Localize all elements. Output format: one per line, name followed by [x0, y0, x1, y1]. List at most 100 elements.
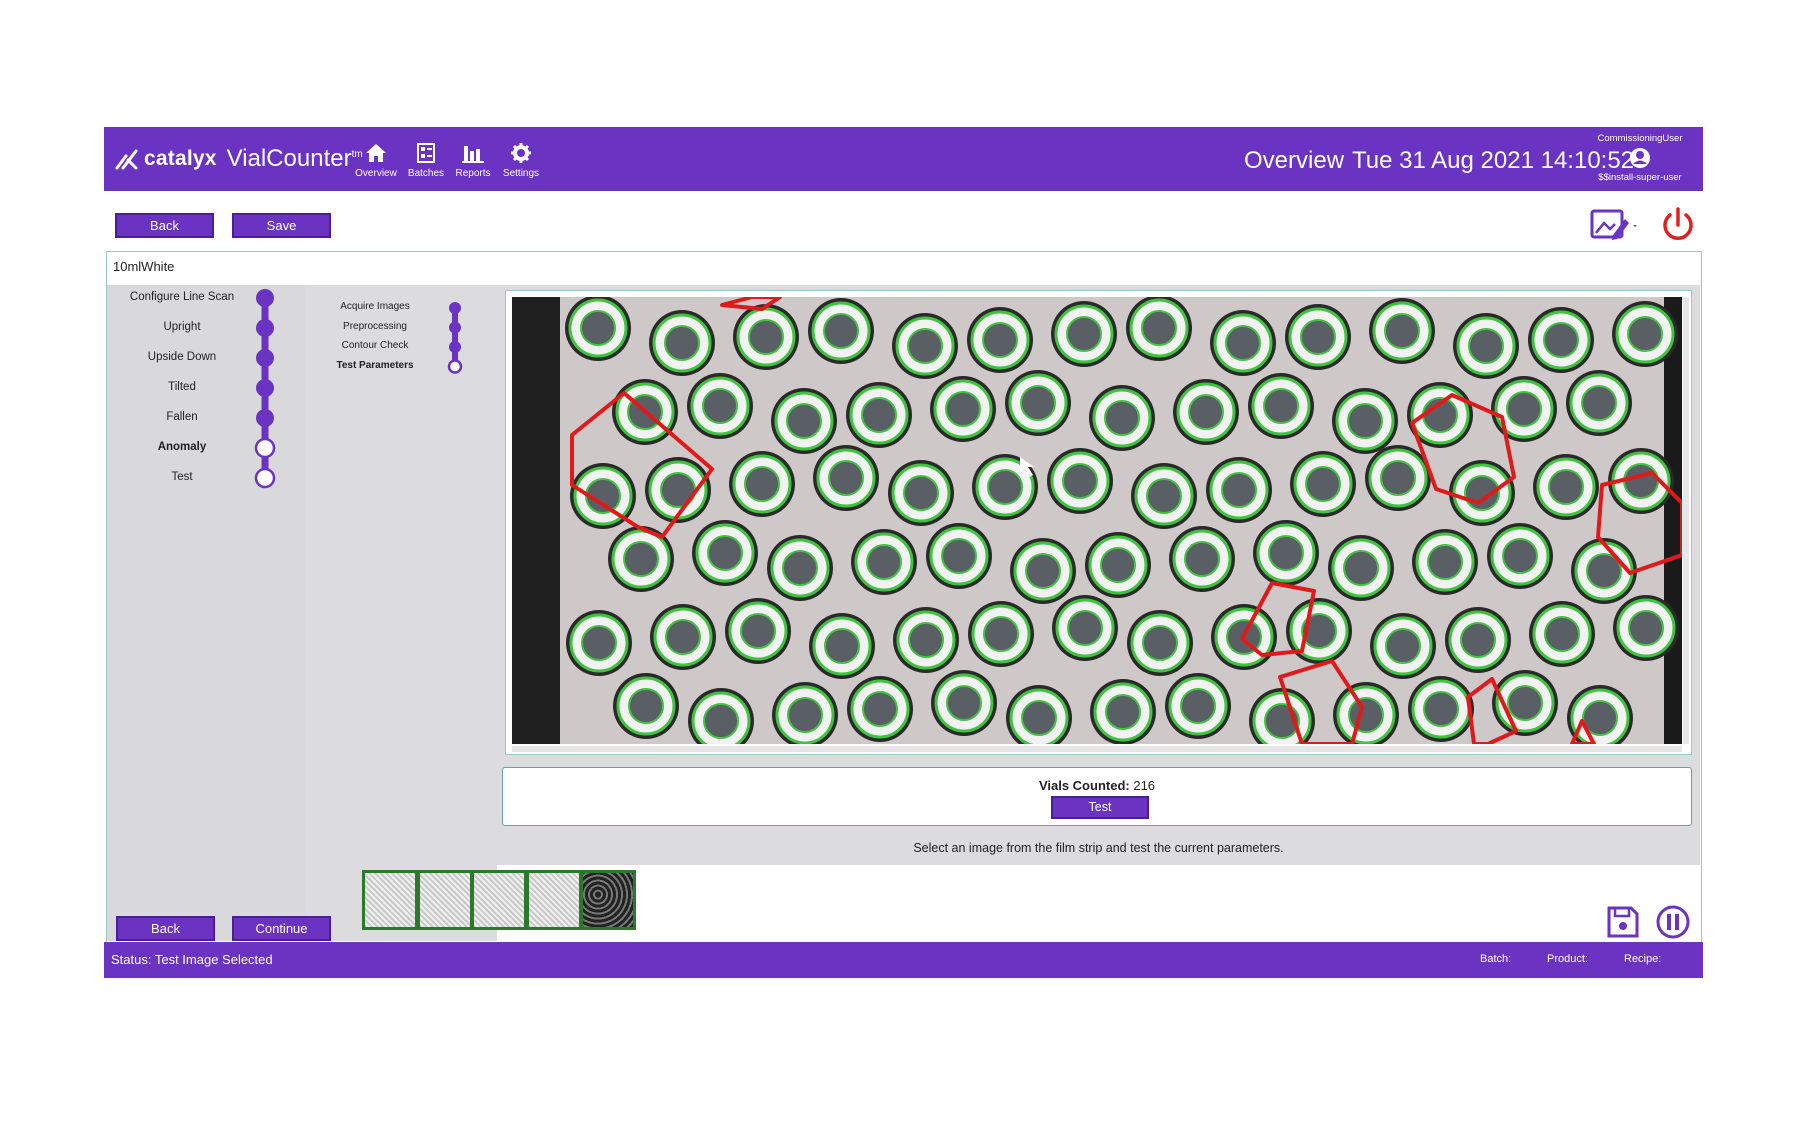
vial-11 [1453, 313, 1519, 379]
vial-58 [893, 607, 959, 673]
vial-66 [1529, 601, 1595, 667]
substep-label-2[interactable]: Contour Check [305, 340, 445, 351]
product-label: Product: [1547, 953, 1588, 965]
substep-label-1[interactable]: Preprocessing [305, 321, 445, 332]
vial-36 [1290, 451, 1356, 517]
nav-batches[interactable]: Batches [401, 141, 451, 179]
vial-15 [687, 373, 753, 439]
bar-chart-icon [462, 146, 484, 163]
step-label-4[interactable]: Fallen [107, 411, 257, 423]
vials-counted-label: Vials Counted: [1038, 778, 1130, 793]
step-dot-4 [256, 409, 274, 427]
substep-label-0[interactable]: Acquire Images [305, 301, 445, 312]
status-text: Status: Test Image Selected [111, 952, 273, 967]
substep-track [447, 302, 463, 374]
viewer-horizontal-scrollbar[interactable] [512, 746, 1682, 752]
vial-17 [846, 382, 912, 448]
nav-overview-label: Overview [355, 168, 397, 179]
vial-75 [1165, 673, 1231, 739]
step-label-2[interactable]: Upside Down [107, 351, 257, 363]
step-dot-0 [256, 289, 274, 307]
vial-9 [1285, 304, 1351, 370]
substep-dot-0 [449, 302, 461, 314]
vial-10 [1369, 298, 1435, 364]
nav-reports[interactable]: Reports [448, 141, 498, 179]
batch-label: Batch: [1480, 953, 1512, 965]
user-avatar-icon [1630, 148, 1650, 168]
test-button[interactable]: Test [1051, 796, 1149, 819]
vial-0 [565, 297, 631, 361]
save-disk-icon[interactable] [1605, 904, 1641, 940]
step-label-0[interactable]: Configure Line Scan [107, 291, 257, 303]
film-thumbnail-0[interactable] [362, 870, 418, 930]
nav-settings-label: Settings [502, 168, 540, 179]
film-thumbnail-1[interactable] [416, 870, 473, 930]
step-label-1[interactable]: Upright [107, 321, 257, 333]
vial-49 [1253, 520, 1319, 586]
step-dot-3 [256, 379, 274, 397]
vial-48 [1169, 526, 1235, 592]
step-label-5[interactable]: Anomaly [107, 441, 257, 453]
film-thumbnail-3[interactable] [525, 870, 582, 930]
power-icon[interactable] [1659, 205, 1697, 245]
vial-56 [725, 598, 791, 664]
step-dot-6 [254, 467, 276, 489]
vial-29 [729, 451, 795, 517]
test-image-viewer[interactable] [505, 290, 1692, 755]
back-button-top[interactable]: Back [115, 213, 214, 238]
nav-settings[interactable]: Settings [496, 141, 546, 179]
vial-50 [1328, 535, 1394, 601]
vial-16 [771, 388, 837, 454]
step-label-6[interactable]: Test [107, 471, 257, 483]
vial-67 [1613, 595, 1679, 661]
recipe-panel: 10mlWhite Configure Line Scan Upright Upsi… [106, 251, 1702, 943]
vial-55 [650, 604, 716, 670]
edit-image-icon[interactable] [1589, 205, 1639, 245]
vial-71 [847, 676, 913, 742]
brand-name: catalyx [144, 147, 217, 170]
film-thumbnail-2[interactable] [471, 870, 527, 930]
vial-57 [809, 613, 875, 679]
vial-23 [1332, 388, 1398, 454]
instruction-text: Select an image from the film strip and … [913, 841, 1284, 855]
vial-20 [1089, 385, 1155, 451]
top-bar: catalyx VialCountertm Overview Batches R… [104, 127, 1703, 191]
vial-25 [1491, 376, 1557, 442]
product-label: VialCounter [226, 145, 352, 172]
nav-overview[interactable]: Overview [351, 141, 401, 179]
substep-label-3[interactable]: Test Parameters [305, 360, 445, 371]
vial-31 [888, 460, 954, 526]
pause-icon[interactable] [1655, 904, 1691, 940]
step-list: Configure Line Scan Upright Upside Down Til… [107, 285, 305, 941]
vial-44 [851, 529, 917, 595]
substep-dot-1 [449, 321, 461, 334]
vial-21 [1173, 379, 1239, 445]
vial-22 [1248, 373, 1314, 439]
user-menu[interactable]: CommissioningUser $$install-super-user [1585, 133, 1695, 183]
recipe-name: 10mlWhite [113, 259, 175, 274]
vial-1 [649, 310, 715, 376]
product-name: VialCountertm [227, 145, 363, 173]
save-button[interactable]: Save [232, 213, 331, 238]
substep-list: Acquire Images Preprocessing Contour Check… [305, 285, 497, 941]
nav-batches-label: Batches [407, 168, 445, 179]
vial-60 [1052, 595, 1118, 661]
continue-button[interactable]: Continue [232, 916, 331, 941]
vial-8 [1210, 310, 1276, 376]
viewer-vertical-scrollbar[interactable] [1683, 297, 1689, 744]
status-bar: Status: Test Image Selected Batch: Produ… [104, 942, 1703, 978]
vial-test-image[interactable] [512, 297, 1682, 744]
vial-61 [1127, 610, 1193, 676]
vial-72 [931, 670, 997, 736]
vial-3 [808, 298, 874, 364]
vials-counted-line: Vials Counted: 216 [503, 778, 1691, 793]
step-label-3[interactable]: Tilted [107, 381, 257, 393]
film-thumbnail-4[interactable] [580, 870, 636, 930]
step-dot-2 [256, 349, 274, 367]
vial-13 [1612, 301, 1678, 367]
vial-47 [1085, 532, 1151, 598]
back-button-bottom[interactable]: Back [116, 916, 215, 941]
home-icon [366, 144, 386, 162]
batches-icon [417, 143, 435, 163]
substep-dot-2 [449, 341, 461, 353]
